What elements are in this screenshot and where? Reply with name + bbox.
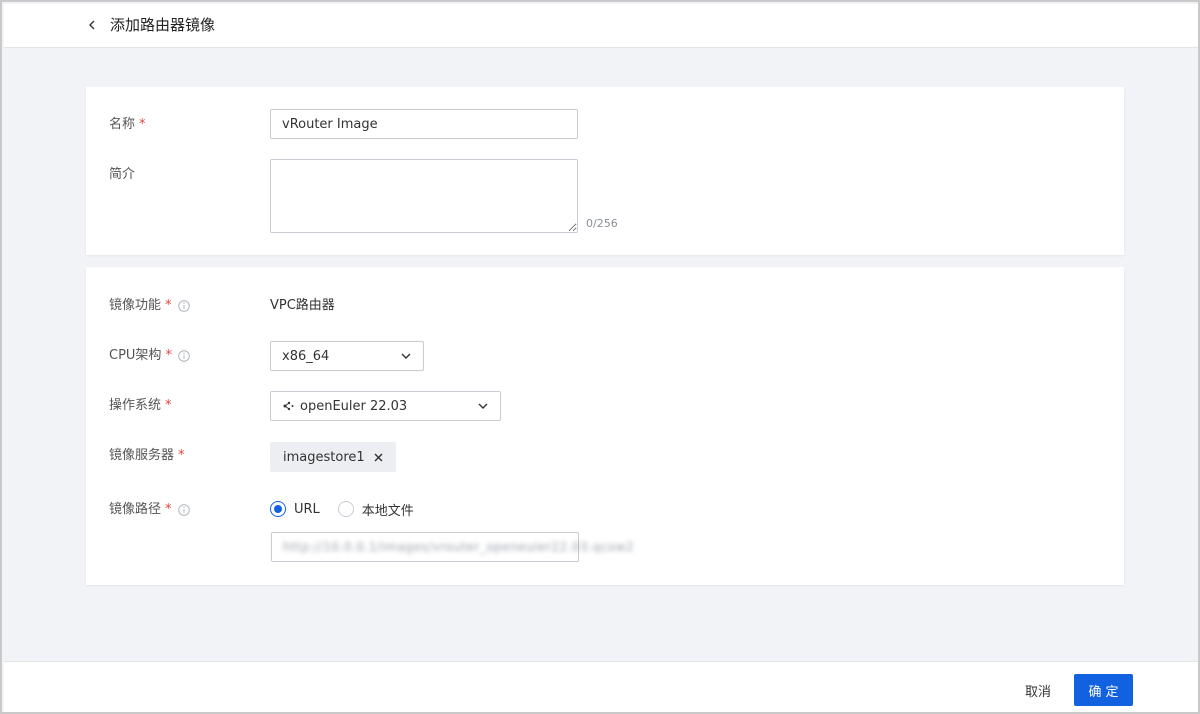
image-server-label: 镜像服务器 * (109, 448, 185, 463)
image-function-label: 镜像功能 * (109, 297, 190, 315)
os-selected-value: openEuler 22.03 (300, 398, 408, 414)
close-icon[interactable] (374, 453, 383, 462)
chevron-down-icon (478, 403, 488, 409)
radio-url[interactable]: URL (270, 501, 320, 517)
name-label: 名称 * (109, 117, 146, 132)
radio-local-file[interactable]: 本地文件 (337, 500, 414, 519)
openeuler-logo-icon (283, 401, 294, 411)
cancel-button[interactable]: 取消 (1012, 674, 1064, 706)
image-path-label: 镜像路径 * (109, 501, 190, 519)
description-textarea[interactable] (270, 159, 578, 233)
cpu-arch-label: CPU架构 * (109, 347, 190, 365)
description-char-counter: 0/256 (586, 217, 618, 230)
info-icon[interactable] (177, 300, 190, 312)
os-select[interactable]: openEuler 22.03 (270, 391, 501, 421)
image-server-tag: imagestore1 (270, 442, 396, 472)
info-icon[interactable] (177, 504, 190, 516)
image-server-tag-label: imagestore1 (283, 449, 365, 465)
radio-button-unchecked[interactable] (337, 501, 354, 517)
app-window: 添加路由器镜像 名称* 简介 0/256 镜像功能* VPC路由器 CPU架构*… (0, 0, 1200, 714)
chevron-down-icon (401, 353, 411, 359)
os-label: 操作系统 * (109, 398, 172, 413)
cpu-arch-selected-value: x86_64 (282, 348, 330, 364)
url-value: http://10.0.0.1/images/vrouter_openeuler… (283, 540, 635, 554)
confirm-button[interactable]: 确定 (1074, 674, 1133, 706)
image-path-radio-group: URL 本地文件 (270, 500, 432, 519)
page-title: 添加路由器镜像 (110, 16, 216, 34)
image-function-value: VPC路由器 (270, 298, 335, 313)
description-label: 简介 (109, 167, 136, 182)
info-icon[interactable] (178, 350, 190, 362)
radio-button-checked[interactable] (270, 501, 286, 517)
url-input[interactable]: http://10.0.0.1/images/vrouter_openeuler… (271, 532, 634, 562)
page-header: 添加路由器镜像 (4, 4, 1198, 48)
radio-local-file-label: 本地文件 (361, 503, 414, 519)
name-input[interactable] (270, 109, 578, 139)
chevron-left-icon[interactable] (84, 15, 100, 35)
radio-url-label: URL (294, 501, 320, 517)
cpu-arch-select[interactable]: x86_64 (270, 341, 424, 371)
